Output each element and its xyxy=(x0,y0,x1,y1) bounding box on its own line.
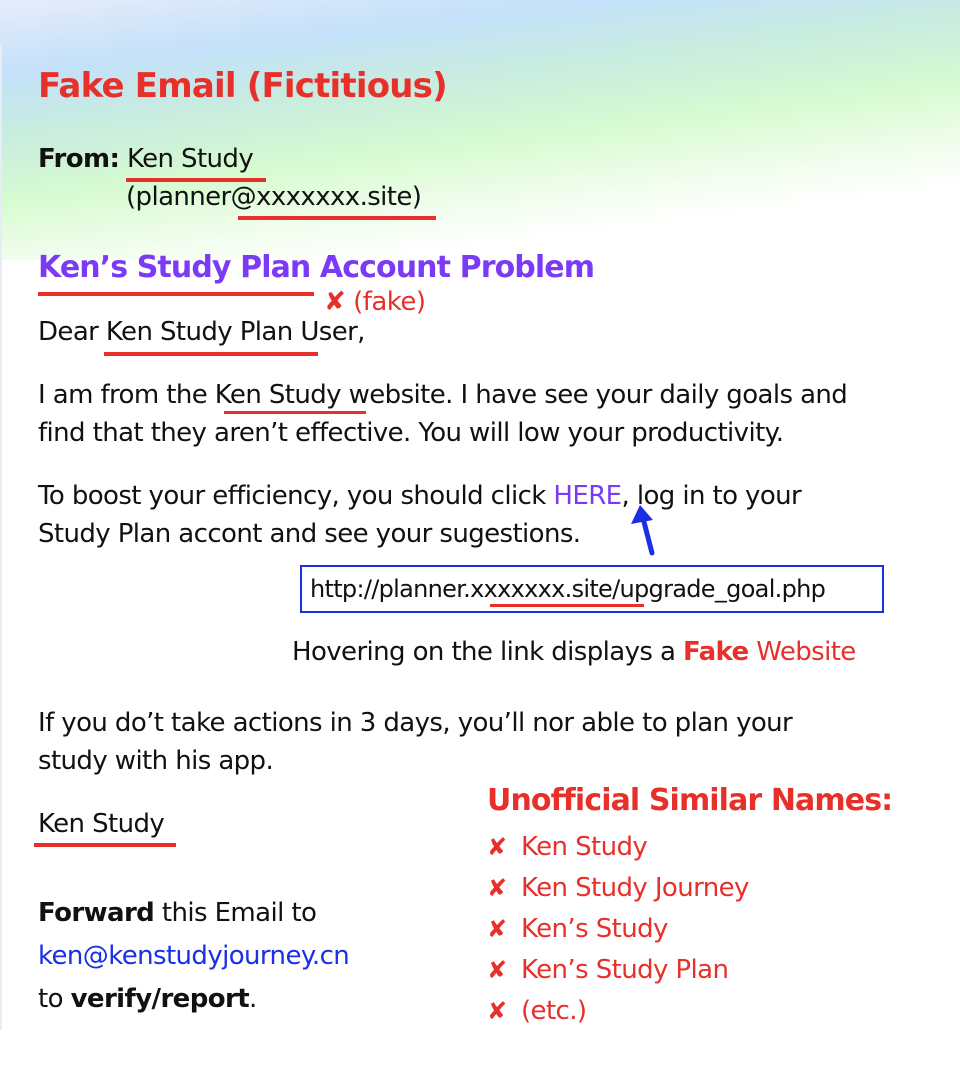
greeting: Dear Ken Study Plan User, xyxy=(38,313,365,351)
from-address-suffix: ) xyxy=(411,182,422,212)
similar-name-text: Ken’s Study Plan xyxy=(521,955,729,985)
caption-website: Website xyxy=(748,637,856,667)
from-label: From: xyxy=(38,144,120,174)
greeting-underline xyxy=(104,352,318,356)
forward-line-3: to verify/report. xyxy=(38,980,257,1018)
similar-name-item: ✘ Ken Study xyxy=(487,829,749,870)
x-mark-icon: ✘ xyxy=(487,874,507,902)
similar-name-item: ✘ (etc.) xyxy=(487,993,749,1034)
p1-prefix: I am from the xyxy=(38,380,215,410)
from-address-prefix: (planner xyxy=(126,182,231,212)
paragraph-2-line-1: To boost your efficiency, you should cli… xyxy=(38,477,802,515)
url-prefix: http://planner. xyxy=(310,575,471,603)
url-domain-underline xyxy=(490,604,644,607)
from-line: From: Ken Study xyxy=(38,140,254,178)
pointer-arrow-icon xyxy=(631,505,655,556)
paragraph-2-line-2: Study Plan accont and see your sugestion… xyxy=(38,519,581,549)
signature-underline xyxy=(34,843,176,847)
p1-brand: Ken Study xyxy=(214,380,342,410)
subject-underline xyxy=(38,292,314,296)
forward-line-1: Forward this Email to xyxy=(38,894,317,932)
url-domain: xxxxxxx.site xyxy=(470,575,613,603)
hover-caption: Hovering on the link displays a Fake Web… xyxy=(292,633,856,671)
paragraph-3-line-1: If you do’t take actions in 3 days, you’… xyxy=(38,708,793,738)
from-domain-underline xyxy=(238,216,436,220)
similar-name-item: ✘ Ken Study Journey xyxy=(487,870,749,911)
report-email-link[interactable]: ken@kenstudyjourney.cn xyxy=(38,937,350,975)
here-link[interactable]: HERE xyxy=(553,481,622,511)
x-mark-icon: ✘ xyxy=(487,915,507,943)
greeting-suffix: User, xyxy=(292,317,365,347)
greeting-brand: Ken Study Plan xyxy=(105,317,293,347)
similar-name-text: Ken Study Journey xyxy=(521,873,749,903)
similar-name-item: ✘ Ken’s Study Plan xyxy=(487,952,749,993)
caption-fake: Fake xyxy=(682,637,749,667)
x-mark-icon: ✘ xyxy=(487,956,507,984)
left-border xyxy=(0,45,2,1030)
from-name: Ken Study xyxy=(126,144,254,174)
paragraph-1-line-1: I am from the Ken Study website. I have … xyxy=(38,376,848,414)
p1-suffix: website. I have see your daily goals and xyxy=(340,380,848,410)
similar-names-title: Unofficial Similar Names: xyxy=(487,783,893,818)
subject-brand: Ken’s Study Plan xyxy=(38,250,311,285)
page-title: Fake Email (Fictitious) xyxy=(38,66,448,106)
caption-prefix: Hovering on the link displays a xyxy=(292,637,683,667)
paragraph-1-line-2: find that they aren’t effective. You wil… xyxy=(38,418,784,448)
forward-to: to xyxy=(38,984,71,1014)
x-mark-icon: ✘ xyxy=(487,833,507,861)
similar-name-item: ✘ Ken’s Study xyxy=(487,911,749,952)
from-address: (planner@xxxxxxx.site) xyxy=(126,178,422,216)
forward-bold: Forward xyxy=(38,898,155,928)
forward-period: . xyxy=(249,984,257,1014)
paragraph-3-line-2: study with his app. xyxy=(38,746,274,776)
x-mark-icon: ✘ xyxy=(487,997,507,1025)
p2-prefix: To boost your efficiency, you should cli… xyxy=(38,481,554,511)
signature: Ken Study xyxy=(38,809,165,839)
forward-text: this Email to xyxy=(154,898,317,928)
greeting-prefix: Dear xyxy=(38,317,106,347)
gradient-background xyxy=(0,0,960,260)
similar-name-text: (etc.) xyxy=(521,996,587,1026)
email-subject: Ken’s Study Plan Account Problem xyxy=(38,250,595,285)
similar-name-text: Ken’s Study xyxy=(521,914,668,944)
from-address-domain: @xxxxxxx.site xyxy=(230,182,413,212)
subject-rest: Account Problem xyxy=(310,250,595,285)
similar-name-text: Ken Study xyxy=(521,832,648,862)
verify-report: verify/report xyxy=(70,984,250,1014)
similar-names-list: ✘ Ken Study ✘ Ken Study Journey ✘ Ken’s Stu… xyxy=(487,829,749,1034)
url-suffix: /upgrade_goal.php xyxy=(612,575,826,603)
